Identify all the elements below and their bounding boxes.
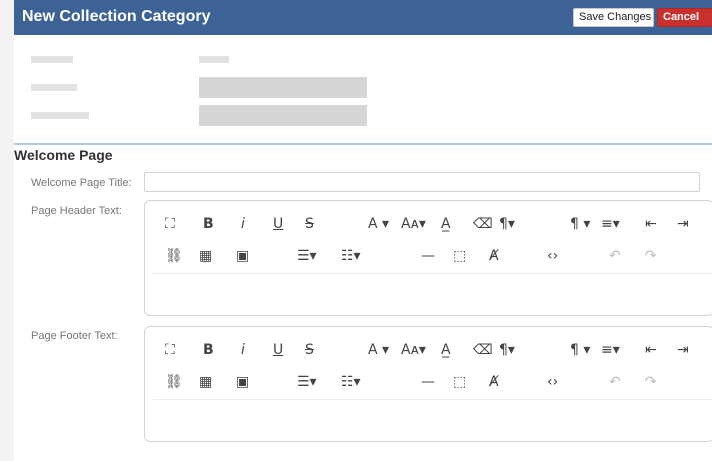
bold-icon[interactable]: B	[203, 342, 214, 358]
underline-icon[interactable]: U	[273, 342, 283, 358]
outdent-icon[interactable]: ⇤	[645, 342, 657, 358]
table-icon[interactable]: ▦	[199, 374, 212, 390]
redacted-field-3	[199, 105, 367, 126]
fullscreen-icon[interactable]: ⛶	[165, 216, 175, 232]
header-text-editor[interactable]: ⛶ B i U S A ▾ Aᴀ▾ A̲ ⌫ ¶▾ ¶ ▾ ≡▾ ⇤ ⇥ ⛓ ▦…	[144, 200, 712, 316]
font-color-icon[interactable]: A ▾	[368, 342, 389, 358]
paragraph-format-icon[interactable]: ¶▾	[499, 216, 515, 232]
clear-format-icon[interactable]: ⌫	[473, 342, 493, 358]
italic-icon[interactable]: i	[241, 342, 245, 358]
select-all-icon[interactable]: ⬚	[453, 248, 466, 264]
indent-icon[interactable]: ⇥	[677, 342, 689, 358]
redo-icon[interactable]: ↷	[645, 248, 657, 264]
redacted-label-1	[31, 56, 73, 63]
table-icon[interactable]: ▦	[199, 248, 212, 264]
ordered-list-icon[interactable]: ☰▾	[297, 374, 317, 390]
font-size-icon[interactable]: Aᴀ▾	[401, 216, 426, 232]
outdent-icon[interactable]: ⇤	[645, 216, 657, 232]
clear-icon[interactable]: Ⱥ	[489, 374, 499, 390]
footer-text-label: Page Footer Text:	[31, 330, 118, 342]
ordered-list-icon[interactable]: ☰▾	[297, 248, 317, 264]
cancel-button[interactable]: Cancel	[657, 8, 712, 27]
redacted-value-1	[199, 56, 229, 63]
strikethrough-icon[interactable]: S	[305, 342, 314, 358]
font-size-icon[interactable]: Aᴀ▾	[401, 342, 426, 358]
footer-text-editor[interactable]: ⛶ B i U S A ▾ Aᴀ▾ A̲ ⌫ ¶▾ ¶ ▾ ≡▾ ⇤ ⇥ ⛓ ▦…	[144, 326, 712, 442]
font-color-icon[interactable]: A ▾	[368, 216, 389, 232]
undo-icon[interactable]: ↶	[609, 248, 621, 264]
align-icon[interactable]: ≡▾	[601, 342, 620, 358]
code-view-icon[interactable]: ‹›	[547, 248, 558, 264]
unordered-list-icon[interactable]: ☷▾	[341, 374, 361, 390]
align-icon[interactable]: ≡▾	[601, 216, 620, 232]
select-all-icon[interactable]: ⬚	[453, 374, 466, 390]
section-divider	[14, 143, 712, 145]
toolbar-divider	[153, 399, 712, 400]
text-highlight-icon[interactable]: A̲	[441, 342, 451, 358]
unordered-list-icon[interactable]: ☷▾	[341, 248, 361, 264]
undo-icon[interactable]: ↶	[609, 374, 621, 390]
fullscreen-icon[interactable]: ⛶	[165, 342, 175, 358]
image-icon[interactable]: ▣	[236, 374, 249, 390]
welcome-title-input[interactable]	[144, 172, 700, 192]
code-view-icon[interactable]: ‹›	[547, 374, 558, 390]
underline-icon[interactable]: U	[273, 216, 283, 232]
section-title: Welcome Page	[14, 147, 113, 163]
header-text-label: Page Header Text:	[31, 205, 122, 217]
redo-icon[interactable]: ↷	[645, 374, 657, 390]
text-highlight-icon[interactable]: A̲	[441, 216, 451, 232]
link-icon[interactable]: ⛓	[165, 374, 183, 390]
indent-icon[interactable]: ⇥	[677, 216, 689, 232]
paragraph-format-icon[interactable]: ¶▾	[499, 342, 515, 358]
dialog-title: New Collection Category	[22, 8, 211, 25]
toolbar-divider	[153, 273, 712, 274]
save-changes-button[interactable]: Save Changes	[573, 8, 654, 27]
clear-format-icon[interactable]: ⌫	[473, 216, 493, 232]
link-icon[interactable]: ⛓	[165, 248, 183, 264]
dialog-header: New Collection Category Save Changes Can…	[14, 0, 712, 35]
clear-icon[interactable]: Ⱥ	[489, 248, 499, 264]
redacted-field-2	[199, 77, 367, 98]
paragraph-icon[interactable]: ¶ ▾	[570, 342, 590, 358]
strikethrough-icon[interactable]: S	[305, 216, 314, 232]
bold-icon[interactable]: B	[203, 216, 214, 232]
welcome-title-label: Welcome Page Title:	[31, 177, 132, 189]
horizontal-line-icon[interactable]: —	[421, 248, 435, 264]
dialog-window: New Collection Category Save Changes Can…	[14, 0, 712, 461]
image-icon[interactable]: ▣	[236, 248, 249, 264]
horizontal-line-icon[interactable]: —	[421, 374, 435, 390]
redacted-label-2	[31, 84, 77, 91]
redacted-label-3	[31, 112, 89, 119]
italic-icon[interactable]: i	[241, 216, 245, 232]
paragraph-icon[interactable]: ¶ ▾	[570, 216, 590, 232]
